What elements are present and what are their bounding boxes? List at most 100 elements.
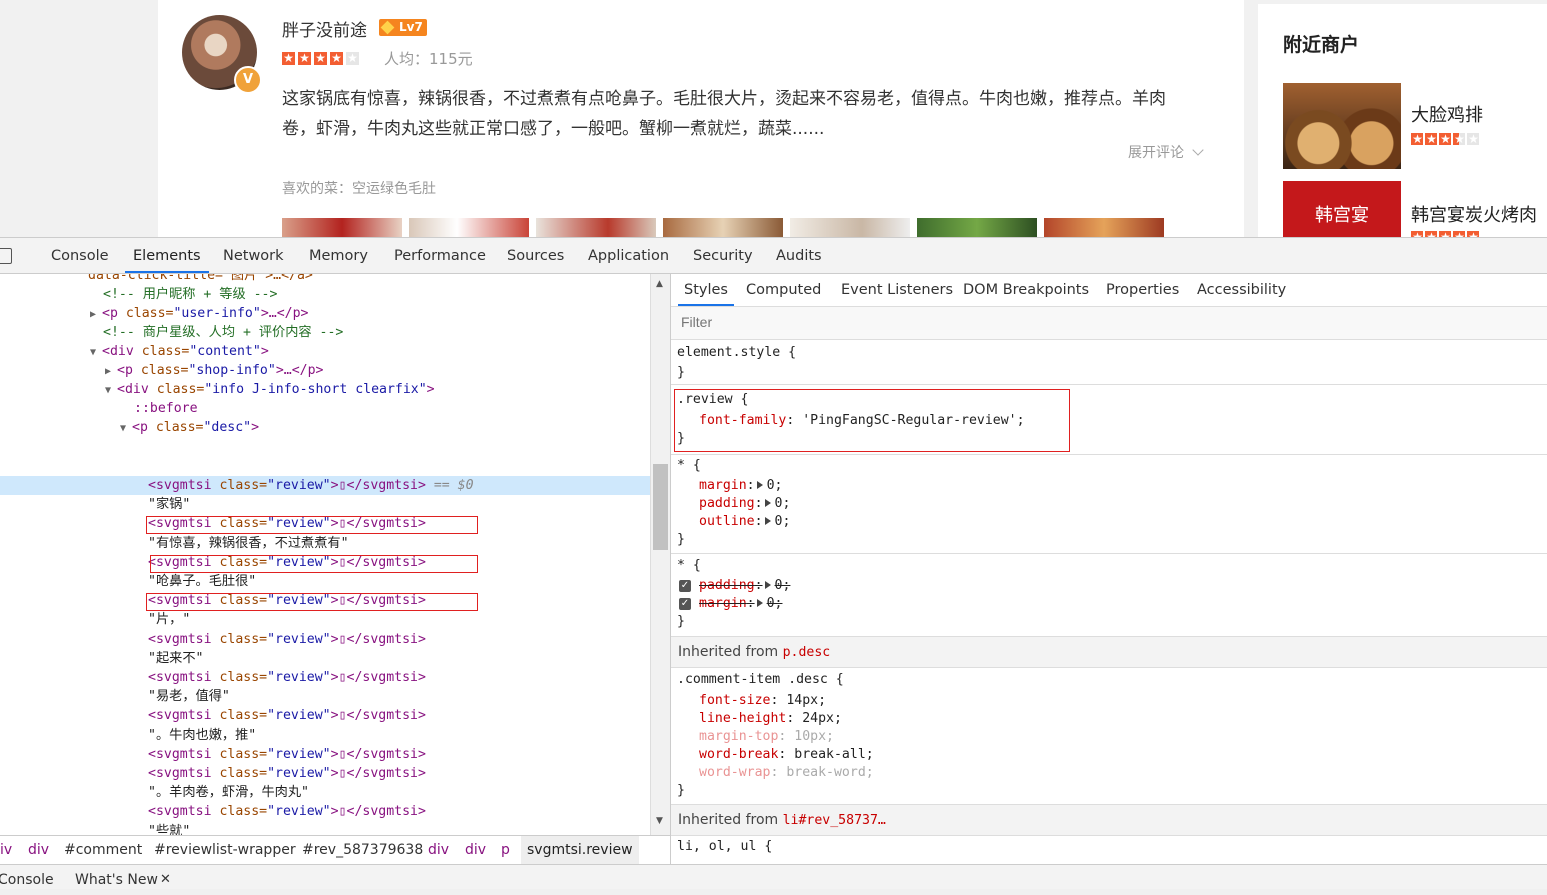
- dom-comment[interactable]: <!-- 用户昵称 + 等级 -->: [103, 285, 277, 304]
- collapse-triangle-icon[interactable]: ▼: [105, 381, 117, 400]
- dom-pseudo-before[interactable]: ::before: [134, 399, 198, 418]
- dom-node-svgmtsi[interactable]: <svgmtsi class="review">▯</svgmtsi>: [148, 745, 426, 764]
- dom-node-user-info[interactable]: ▶ <p class="user-info">…</p>: [90, 304, 308, 323]
- css-declaration-inactive[interactable]: margin-top: 10px;: [699, 728, 834, 746]
- review-photo[interactable]: [790, 218, 910, 237]
- css-declaration[interactable]: font-family: 'PingFangSC-Regular-review'…: [699, 412, 1025, 430]
- expand-shorthand-icon[interactable]: [764, 499, 771, 507]
- review-photo[interactable]: [282, 218, 402, 237]
- tab-accessibility[interactable]: Accessibility: [1197, 274, 1286, 306]
- dom-tree-scrollbar[interactable]: ▲ ▼: [650, 274, 671, 835]
- breadcrumb-item[interactable]: div: [465, 836, 486, 864]
- expand-shorthand-icon[interactable]: [756, 599, 763, 607]
- dom-text-node[interactable]: "。羊肉卷，虾滑，牛肉丸": [148, 783, 309, 802]
- breadcrumb-item[interactable]: #rev_587379638: [302, 836, 423, 864]
- scrollbar-thumb[interactable]: [653, 464, 668, 550]
- dom-text-node[interactable]: "呛鼻子。毛肚很": [148, 572, 256, 591]
- element-style-selector[interactable]: element.style {: [677, 344, 796, 362]
- tab-audits[interactable]: Audits: [768, 238, 830, 273]
- expand-triangle-icon[interactable]: ▶: [105, 362, 117, 381]
- collapse-triangle-icon[interactable]: ▼: [90, 343, 102, 362]
- css-declaration[interactable]: font-size: 14px;: [699, 692, 826, 710]
- dom-text-node[interactable]: "。牛肉也嫩，推": [148, 726, 256, 745]
- breadcrumb-item[interactable]: p: [501, 836, 510, 864]
- list-rule-selector[interactable]: li, ol, ul {: [677, 838, 772, 856]
- merchant-name[interactable]: 大脸鸡排: [1411, 101, 1483, 127]
- collapse-triangle-icon[interactable]: ▼: [120, 419, 132, 438]
- review-photo[interactable]: [917, 218, 1037, 237]
- breadcrumb-item[interactable]: div: [28, 836, 49, 864]
- tab-dom-breakpoints[interactable]: DOM Breakpoints: [963, 274, 1089, 306]
- tab-performance[interactable]: Performance: [386, 238, 494, 273]
- tab-elements[interactable]: Elements: [125, 238, 209, 273]
- drawer-tab-console[interactable]: Console: [0, 865, 54, 889]
- dom-text-node[interactable]: "易老，值得": [148, 687, 230, 706]
- tab-console[interactable]: Console: [43, 238, 117, 273]
- breadcrumb-item[interactable]: div: [428, 836, 449, 864]
- css-declaration[interactable]: line-height: 24px;: [699, 710, 842, 728]
- dom-node-svgmtsi[interactable]: <svgmtsi class="review">▯</svgmtsi>: [148, 706, 426, 725]
- tab-memory[interactable]: Memory: [301, 238, 376, 273]
- expand-shorthand-icon[interactable]: [764, 581, 771, 589]
- css-declaration[interactable]: word-break: break-all;: [699, 746, 874, 764]
- merchant-name[interactable]: 韩宫宴炭火烤肉: [1411, 201, 1537, 227]
- dom-text-node[interactable]: "些就": [148, 822, 190, 835]
- desc-rule-selector[interactable]: .comment-item .desc {: [677, 671, 844, 689]
- tab-network[interactable]: Network: [215, 238, 292, 273]
- dom-node[interactable]: data-click-title="图片">…</a>: [88, 274, 313, 285]
- inherited-selector-link[interactable]: p.desc: [783, 645, 831, 660]
- scroll-up-icon[interactable]: ▲: [656, 279, 663, 289]
- inherited-selector-link[interactable]: li#rev_58737…: [783, 813, 886, 828]
- review-photo[interactable]: [536, 218, 656, 237]
- dom-node-desc[interactable]: ▼ <p class="desc">: [120, 418, 259, 437]
- css-declaration-overridden[interactable]: margin: 0;: [699, 595, 782, 613]
- dom-comment[interactable]: <!-- 商户星级、人均 + 评价内容 -->: [103, 323, 343, 342]
- dom-text-node[interactable]: "有惊喜，辣锅很香，不过煮煮有": [148, 534, 349, 553]
- dom-text-node[interactable]: "起来不": [148, 649, 203, 668]
- breadcrumb-item[interactable]: #comment: [64, 836, 142, 864]
- tab-styles[interactable]: Styles: [678, 274, 734, 306]
- expand-triangle-icon[interactable]: ▶: [90, 305, 102, 324]
- merchant-item[interactable]: 韩宫宴 韩宫宴炭火烤肉: [1283, 181, 1547, 237]
- css-declaration[interactable]: margin: 0;: [699, 477, 782, 495]
- css-declaration[interactable]: outline: 0;: [699, 513, 790, 531]
- tab-sources[interactable]: Sources: [499, 238, 572, 273]
- scroll-down-icon[interactable]: ▼: [656, 816, 663, 826]
- expand-shorthand-icon[interactable]: [764, 517, 771, 525]
- merchant-item[interactable]: 大脸鸡排: [1283, 83, 1547, 169]
- breadcrumb-item-selected[interactable]: svgmtsi.review: [521, 836, 639, 864]
- tab-computed[interactable]: Computed: [746, 274, 821, 306]
- dom-node-svgmtsi[interactable]: <svgmtsi class="review">▯</svgmtsi>: [148, 802, 426, 821]
- breadcrumb-item[interactable]: #reviewlist-wrapper: [154, 836, 296, 864]
- dom-node-content[interactable]: ▼ <div class="content">: [90, 342, 269, 361]
- expand-shorthand-icon[interactable]: [756, 481, 763, 489]
- review-photo[interactable]: [409, 218, 529, 237]
- tab-application[interactable]: Application: [580, 238, 677, 273]
- universal-rule-selector[interactable]: * {: [677, 457, 701, 475]
- universal-rule-selector[interactable]: * {: [677, 557, 701, 575]
- checkbox-checked-icon[interactable]: ✓: [679, 580, 691, 592]
- breadcrumb-item[interactable]: iv: [0, 836, 12, 864]
- dom-node-info[interactable]: ▼ <div class="info J-info-short clearfix"…: [105, 380, 435, 399]
- dom-node-svgmtsi[interactable]: <svgmtsi class="review">▯</svgmtsi>: [148, 764, 426, 783]
- username-link[interactable]: 胖子没前途: [282, 16, 367, 41]
- dom-text-node[interactable]: "家锅": [148, 495, 190, 514]
- checkbox-checked-icon[interactable]: ✓: [679, 598, 691, 610]
- review-rule-selector[interactable]: .review {: [677, 391, 748, 409]
- merchant-logo[interactable]: 韩宫宴: [1283, 181, 1401, 237]
- css-declaration-inactive[interactable]: word-wrap: break-word;: [699, 764, 874, 782]
- expand-review-link[interactable]: 展开评论: [1128, 142, 1205, 162]
- review-photo[interactable]: [1044, 218, 1164, 237]
- css-declaration[interactable]: padding: 0;: [699, 495, 790, 513]
- dom-node-svgmtsi[interactable]: <svgmtsi class="review">▯</svgmtsi>: [148, 630, 426, 649]
- review-photo[interactable]: [663, 218, 783, 237]
- tab-event-listeners[interactable]: Event Listeners: [841, 274, 953, 306]
- dom-node-svgmtsi[interactable]: <svgmtsi class="review">▯</svgmtsi>: [148, 668, 426, 687]
- merchant-photo[interactable]: [1283, 83, 1401, 169]
- dock-side-icon[interactable]: [0, 248, 12, 264]
- drawer-tab-whats-new[interactable]: What's New: [75, 865, 158, 889]
- css-declaration-overridden[interactable]: padding: 0;: [699, 577, 790, 595]
- dom-node-shop-info[interactable]: ▶ <p class="shop-info">…</p>: [105, 361, 323, 380]
- styles-filter-input[interactable]: [679, 313, 1083, 331]
- dom-node-svgmtsi[interactable]: <svgmtsi class="review">▯</svgmtsi> == $…: [148, 476, 474, 495]
